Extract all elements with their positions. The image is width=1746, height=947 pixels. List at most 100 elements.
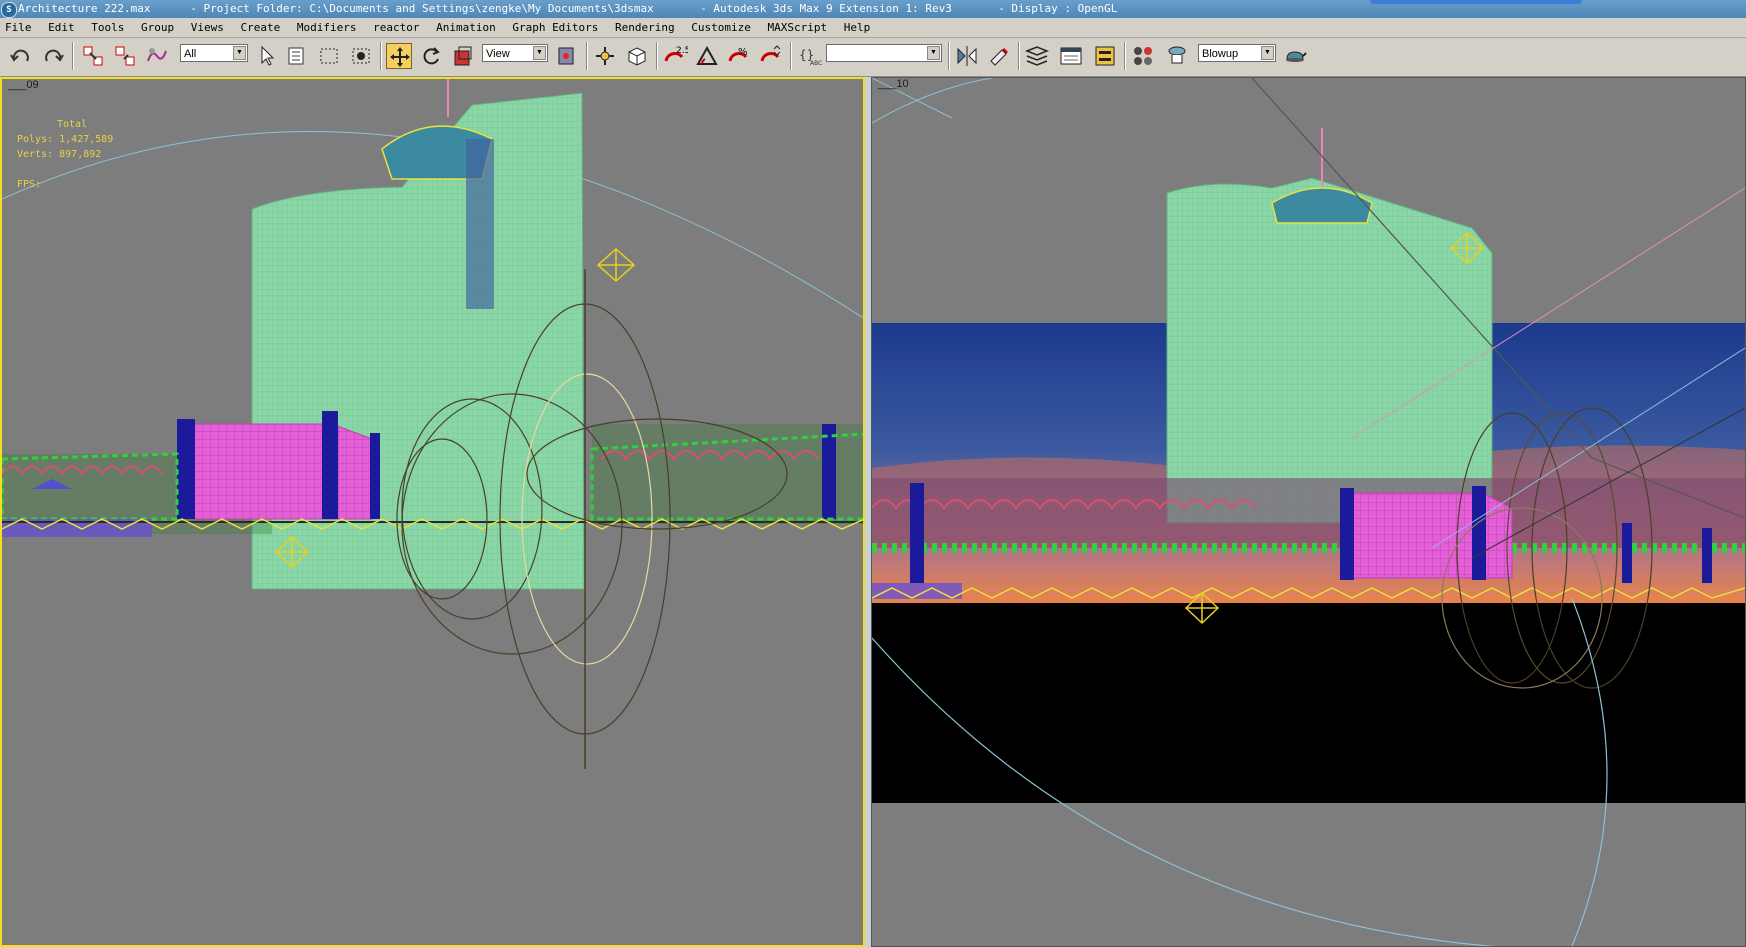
- menu-bar: File Edit Tools Group Views Create Modif…: [0, 18, 1746, 38]
- bind-to-space-warp-icon[interactable]: [144, 43, 170, 69]
- window-crossing-icon[interactable]: [348, 43, 374, 69]
- select-and-scale-icon[interactable]: [450, 43, 476, 69]
- main-toolbar: All ▼ View ▼ 2.5 % {} ABC ▼ Blowup ▼: [0, 38, 1746, 77]
- polygon-statistics: Total Polys: 1,427,589 Verts: 897,892 FP…: [17, 117, 113, 192]
- ground-plane: [872, 603, 1745, 803]
- stats-total: Total: [57, 119, 88, 130]
- select-by-name-icon[interactable]: [284, 43, 310, 69]
- selection-filter-dropdown[interactable]: All ▼: [180, 44, 248, 62]
- pink-gateway: [1341, 492, 1513, 579]
- menu-views[interactable]: Views: [191, 18, 224, 37]
- column-4: [1622, 523, 1632, 583]
- render-scene-icon[interactable]: [1164, 43, 1190, 69]
- undo-icon[interactable]: [8, 43, 34, 69]
- svg-text:ABC: ABC: [810, 60, 822, 67]
- render-type-dropdown[interactable]: Blowup ▼: [1198, 44, 1276, 62]
- viewport-label[interactable]: ___09: [8, 79, 39, 91]
- window-title: Architecture 222.max - Project Folder: C…: [18, 0, 1117, 18]
- curve-editor-icon[interactable]: [1058, 43, 1084, 69]
- menu-group[interactable]: Group: [141, 18, 174, 37]
- chevron-down-icon: ▼: [233, 46, 246, 60]
- viewport-left[interactable]: ___09 Total Polys: 1,427,589 Verts: 897,…: [0, 77, 865, 947]
- menu-help[interactable]: Help: [844, 18, 871, 37]
- named-selection-sets-dropdown[interactable]: ▼: [826, 44, 942, 62]
- select-and-rotate-icon[interactable]: [418, 43, 444, 69]
- chevron-down-icon: ▼: [533, 46, 546, 60]
- selection-filter-value: All: [184, 48, 197, 60]
- menu-reactor[interactable]: reactor: [373, 18, 419, 37]
- rectangular-selection-region-icon[interactable]: [316, 43, 342, 69]
- stats-fps: FPS:: [17, 179, 42, 190]
- material-editor-icon[interactable]: [1130, 43, 1156, 69]
- percent-snap-icon[interactable]: %: [726, 43, 752, 69]
- toolbar-separator: [948, 42, 950, 70]
- menu-rendering[interactable]: Rendering: [615, 18, 675, 37]
- toolbar-separator: [790, 42, 792, 70]
- render-type-value: Blowup: [1202, 48, 1239, 60]
- use-pivot-center-icon[interactable]: [554, 43, 580, 69]
- title-file: Architecture 222.max: [18, 2, 151, 15]
- keyboard-shortcut-override-icon[interactable]: [624, 43, 650, 69]
- viewport-right[interactable]: ___10: [871, 77, 1746, 947]
- colonnade-band: [872, 478, 1745, 548]
- stats-polys: Polys: 1,427,589: [17, 134, 114, 145]
- 3dsmax-app-icon[interactable]: S: [1, 2, 17, 18]
- toolbar-separator: [72, 42, 74, 70]
- svg-text:2.5: 2.5: [676, 46, 688, 56]
- column-2: [1340, 488, 1354, 580]
- viewport-label[interactable]: ___10: [878, 78, 909, 90]
- viewport-right-scene[interactable]: [872, 78, 1745, 946]
- menu-maxscript[interactable]: MAXScript: [768, 18, 828, 37]
- menu-edit[interactable]: Edit: [48, 18, 75, 37]
- column-3: [370, 433, 380, 519]
- select-and-manipulate-icon[interactable]: [592, 43, 618, 69]
- title-bar: S Architecture 222.max - Project Folder:…: [0, 0, 1746, 18]
- pink-gateway: [191, 423, 373, 520]
- select-and-move-icon[interactable]: [386, 43, 412, 69]
- menu-tools[interactable]: Tools: [91, 18, 124, 37]
- title-app: - Autodesk 3ds Max 9 Extension 1: Rev3: [700, 2, 952, 15]
- column-3: [1472, 486, 1486, 580]
- svg-text:%: %: [738, 47, 748, 58]
- chevron-down-icon: ▼: [927, 46, 940, 60]
- edit-named-selection-icon[interactable]: {} ABC: [796, 43, 822, 69]
- layer-manager-icon[interactable]: [1024, 43, 1050, 69]
- title-project: - Project Folder: C:\Documents and Setti…: [190, 2, 654, 15]
- schematic-view-icon[interactable]: [1092, 43, 1118, 69]
- menu-graph-editors[interactable]: Graph Editors: [512, 18, 598, 37]
- mirror-icon[interactable]: [954, 43, 980, 69]
- reference-coordinate-dropdown[interactable]: View ▼: [482, 44, 548, 62]
- toolbar-separator: [380, 42, 382, 70]
- toolbar-separator: [586, 42, 588, 70]
- stats-verts: Verts: 897,892: [17, 149, 102, 160]
- tower-core: [466, 139, 494, 309]
- spinner-snap-icon[interactable]: [758, 43, 784, 69]
- menu-create[interactable]: Create: [241, 18, 281, 37]
- menu-file[interactable]: File: [5, 18, 32, 37]
- menu-modifiers[interactable]: Modifiers: [297, 18, 357, 37]
- column-5: [1702, 528, 1712, 583]
- quick-render-icon[interactable]: [1282, 43, 1308, 69]
- tower-wireframe: [1166, 177, 1493, 524]
- column-1: [177, 419, 195, 519]
- light-diamond-1: [596, 247, 636, 283]
- snaps-toggle-icon[interactable]: 2.5: [662, 43, 688, 69]
- window-controls[interactable]: [1370, 0, 1582, 4]
- redo-icon[interactable]: [40, 43, 66, 69]
- viewport-left-scene[interactable]: [2, 79, 865, 947]
- align-icon[interactable]: [986, 43, 1012, 69]
- title-display: - Display : OpenGL: [998, 2, 1118, 15]
- column-4: [822, 424, 836, 519]
- reference-coordinate-value: View: [486, 48, 510, 60]
- toolbar-separator: [1124, 42, 1126, 70]
- toolbar-separator: [656, 42, 658, 70]
- select-and-link-icon[interactable]: [80, 43, 106, 69]
- column-2: [322, 411, 338, 519]
- column-1: [910, 483, 924, 583]
- menu-animation[interactable]: Animation: [436, 18, 496, 37]
- select-object-icon[interactable]: [254, 43, 280, 69]
- unlink-selection-icon[interactable]: [112, 43, 138, 69]
- menu-customize[interactable]: Customize: [691, 18, 751, 37]
- toolbar-separator: [1018, 42, 1020, 70]
- angle-snap-icon[interactable]: [694, 43, 720, 69]
